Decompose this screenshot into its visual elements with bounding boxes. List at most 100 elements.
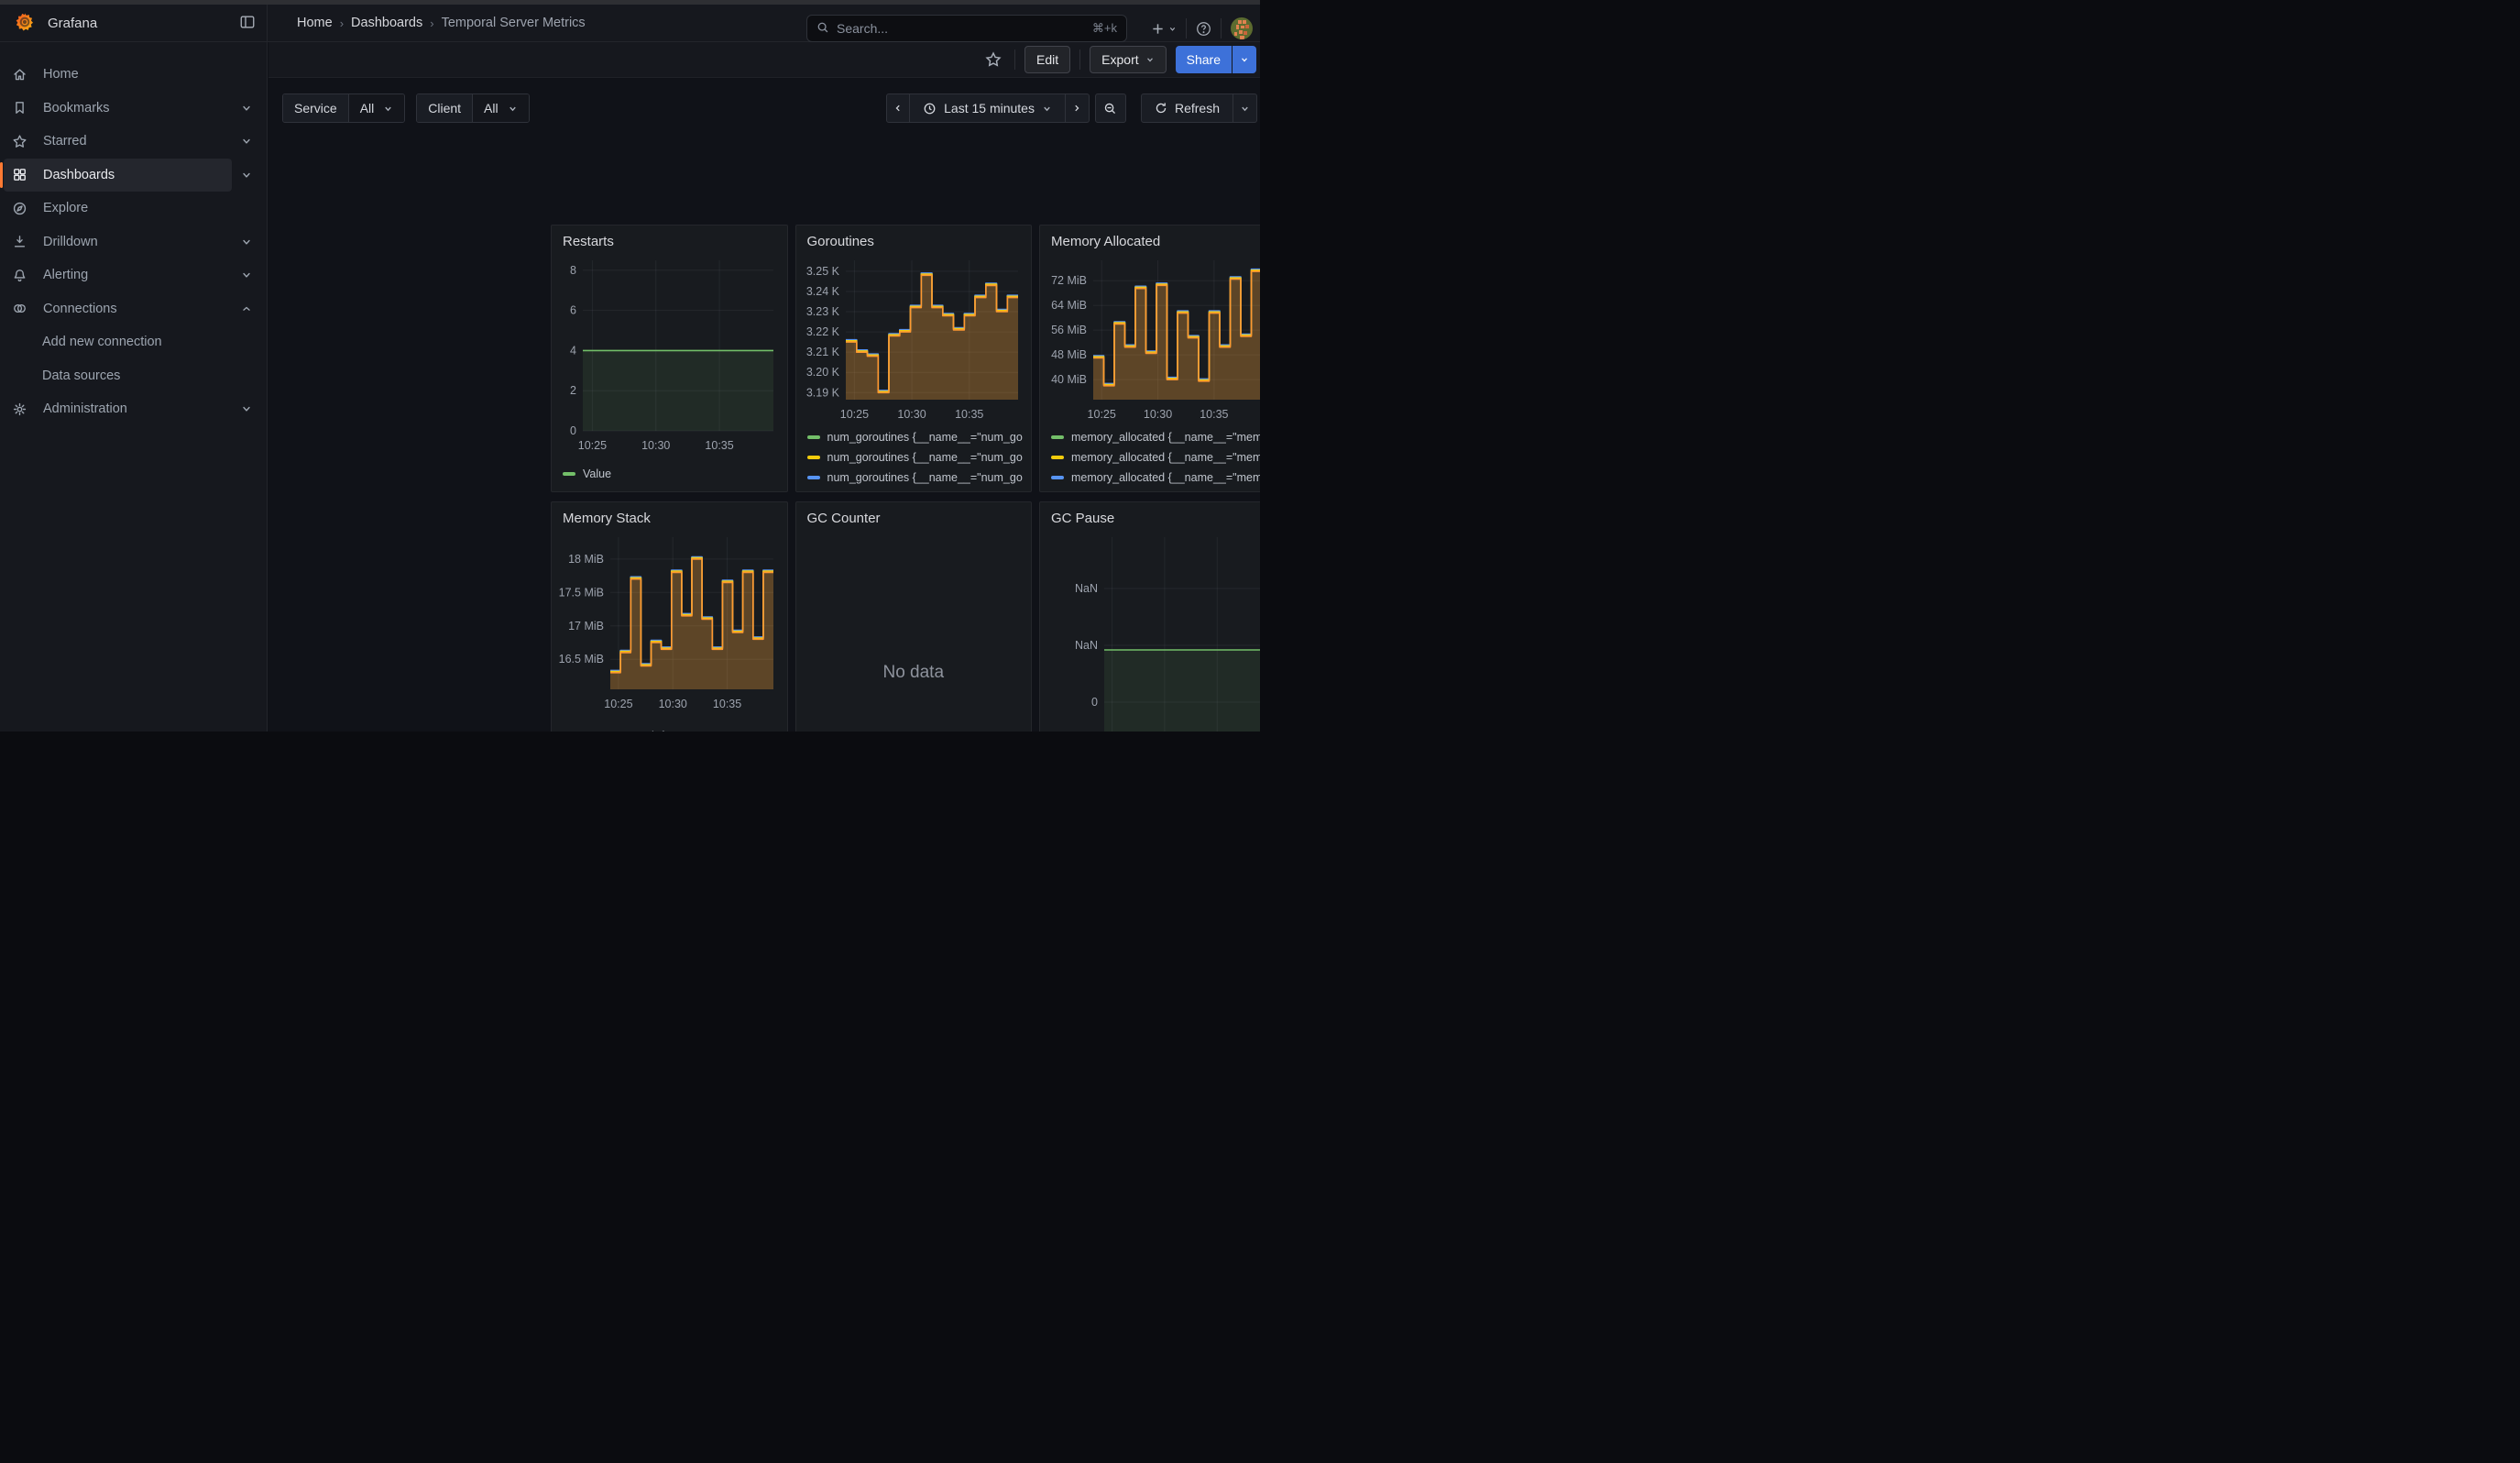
breadcrumb-dashboards[interactable]: Dashboards	[351, 16, 422, 30]
svg-text:48 MiB: 48 MiB	[1051, 348, 1087, 361]
svg-text:18 MiB: 18 MiB	[568, 553, 604, 566]
sidebar-item-bookmarks[interactable]: Bookmarks	[0, 92, 259, 125]
rings-icon	[12, 301, 27, 316]
add-new-button[interactable]	[1151, 22, 1177, 36]
chart-gc-pause[interactable]: 10:2510:3010:35NaNNaN00 seconds	[1047, 534, 1260, 732]
legend-item[interactable]: memory_allocated {__name__="memc	[1051, 450, 1260, 465]
breadcrumb-home[interactable]: Home	[297, 16, 333, 30]
legend-series-color	[1051, 476, 1064, 479]
svg-text:10:35: 10:35	[705, 439, 733, 452]
refresh-interval-dropdown[interactable]	[1233, 94, 1257, 123]
sidebar-item-dashboards[interactable]: Dashboards	[0, 159, 259, 192]
panel-legend: num_goroutines {__name__="num_go num_goro…	[804, 430, 1024, 492]
sidebar-item-drilldown[interactable]: Drilldown	[0, 226, 259, 258]
svg-text:3.25 K: 3.25 K	[805, 265, 839, 278]
legend-item[interactable]: num_goroutines {__name__="num_go	[807, 450, 1024, 465]
legend-item[interactable]: memory_stack {__name__="memory_s	[563, 729, 780, 732]
sidebar-item-explore[interactable]: Explore	[0, 192, 259, 225]
legend-item[interactable]: Value	[563, 467, 780, 481]
legend-series-color	[563, 472, 575, 476]
chevron-down-icon[interactable]	[234, 403, 259, 414]
svg-text:10:35: 10:35	[713, 698, 741, 710]
chart-goroutines[interactable]: 10:2510:3010:353.19 K3.20 K3.21 K3.22 K3…	[804, 257, 1024, 424]
client-variable-select[interactable]: All	[473, 94, 529, 122]
chevron-down-icon[interactable]	[234, 136, 259, 147]
legend-series-label: num_goroutines {__name__="num_go	[827, 451, 1023, 464]
bell-icon	[12, 268, 27, 283]
search-icon	[816, 21, 829, 37]
favorite-star-icon[interactable]	[985, 51, 1002, 68]
svg-text:10:30: 10:30	[659, 698, 687, 710]
chevron-down-icon[interactable]	[234, 270, 259, 280]
panel-title[interactable]: GC Pause	[1047, 510, 1260, 530]
chevron-right-icon: ›	[340, 16, 344, 30]
share-dropdown-button[interactable]	[1233, 46, 1256, 73]
svg-text:72 MiB: 72 MiB	[1051, 274, 1087, 287]
help-icon[interactable]	[1196, 21, 1211, 37]
legend-series-label: memory_allocated {__name__="memc	[1071, 451, 1260, 464]
user-avatar[interactable]	[1231, 17, 1253, 39]
panel-title[interactable]: Memory Allocated	[1047, 233, 1260, 253]
legend-series-label: memory_allocated {__name__="memc	[1071, 471, 1260, 484]
edit-button[interactable]: Edit	[1024, 46, 1070, 73]
dashboard-controls: Service All Client All	[282, 94, 1257, 123]
legend-item[interactable]: memory_allocated {__name__="memc	[1051, 490, 1260, 492]
client-variable-label: Client	[417, 94, 473, 122]
panel-grid: Restarts10:2510:3010:3502468ValueGorouti…	[551, 225, 1260, 732]
sidebar-item-starred[interactable]: Starred	[0, 125, 259, 158]
time-shift-forward-button[interactable]	[1066, 94, 1090, 123]
search-input[interactable]: Search... ⌘+k	[806, 15, 1127, 42]
panel-title[interactable]: GC Counter	[804, 510, 1024, 530]
chevron-down-icon[interactable]	[234, 103, 259, 114]
sidebar-item-administration[interactable]: Administration	[0, 392, 259, 425]
svg-text:40 MiB: 40 MiB	[1051, 373, 1087, 386]
legend-series-color	[1051, 435, 1064, 439]
time-shift-back-button[interactable]	[886, 94, 910, 123]
chart-restarts[interactable]: 10:2510:3010:3502468	[559, 257, 779, 455]
export-button[interactable]: Export	[1090, 46, 1166, 73]
legend-item[interactable]: memory_allocated {__name__="memc	[1051, 430, 1260, 445]
panel-legend: memory_stack {__name__="memory_smemory_s…	[559, 729, 780, 732]
service-variable-select[interactable]: All	[349, 94, 405, 122]
chevron-down-icon[interactable]	[234, 170, 259, 181]
time-range-picker[interactable]: Last 15 minutes	[910, 94, 1066, 123]
chevron-up-icon[interactable]	[234, 303, 259, 314]
clock-icon	[923, 102, 937, 116]
chart-memory-allocated[interactable]: 10:2510:3010:3540 MiB48 MiB56 MiB64 MiB7…	[1047, 257, 1260, 424]
dashboard-action-bar: Edit Export Share	[268, 42, 1260, 78]
compass-icon	[12, 201, 27, 216]
sidebar-item-add-new-connection[interactable]: Add new connection	[0, 325, 259, 358]
share-button[interactable]: Share	[1176, 46, 1232, 73]
svg-text:3.22 K: 3.22 K	[805, 325, 839, 338]
sidebar-toggle-icon[interactable]	[239, 14, 256, 33]
legend-series-label: memory_allocated {__name__="memc	[1071, 491, 1260, 492]
panel-memory-stack: Memory Stack10:2510:3010:3516.5 MiB17 Mi…	[551, 501, 788, 732]
legend-item[interactable]: num_goroutines {__name__="num_go	[807, 430, 1024, 445]
svg-text:10:30: 10:30	[641, 439, 670, 452]
home-icon	[12, 67, 27, 82]
panel-title[interactable]: Restarts	[559, 233, 780, 253]
panel-title[interactable]: Goroutines	[804, 233, 1024, 253]
grafana-logo-icon[interactable]	[15, 12, 35, 35]
sidebar-item-label: Add new connection	[42, 335, 259, 349]
service-variable-label: Service	[283, 94, 349, 122]
zoom-out-button[interactable]	[1095, 94, 1126, 123]
legend-item[interactable]: num_goroutines {__name__="num_go	[807, 490, 1024, 492]
sidebar-item-label: Data sources	[42, 368, 259, 383]
refresh-button[interactable]: Refresh	[1141, 94, 1233, 123]
svg-text:3.24 K: 3.24 K	[805, 285, 839, 298]
chevron-down-icon[interactable]	[234, 236, 259, 248]
zoom-out-icon	[1103, 102, 1117, 116]
sidebar-item-connections[interactable]: Connections	[0, 292, 259, 325]
chart-memory-stack[interactable]: 10:2510:3010:3516.5 MiB17 MiB17.5 MiB18 …	[559, 534, 779, 713]
sidebar-item-alerting[interactable]: Alerting	[0, 258, 259, 292]
legend-series-label: num_goroutines {__name__="num_go	[827, 431, 1023, 444]
grafana-app: Grafana Home › Dashboards › Temporal Ser…	[0, 0, 1260, 732]
chevron-down-icon	[1240, 55, 1249, 64]
legend-item[interactable]: memory_allocated {__name__="memc	[1051, 470, 1260, 485]
sidebar-item-home[interactable]: Home	[0, 58, 259, 91]
panel-title[interactable]: Memory Stack	[559, 510, 780, 530]
service-variable: Service All	[282, 94, 405, 123]
legend-item[interactable]: num_goroutines {__name__="num_go	[807, 470, 1024, 485]
sidebar-item-data-sources[interactable]: Data sources	[0, 359, 259, 392]
